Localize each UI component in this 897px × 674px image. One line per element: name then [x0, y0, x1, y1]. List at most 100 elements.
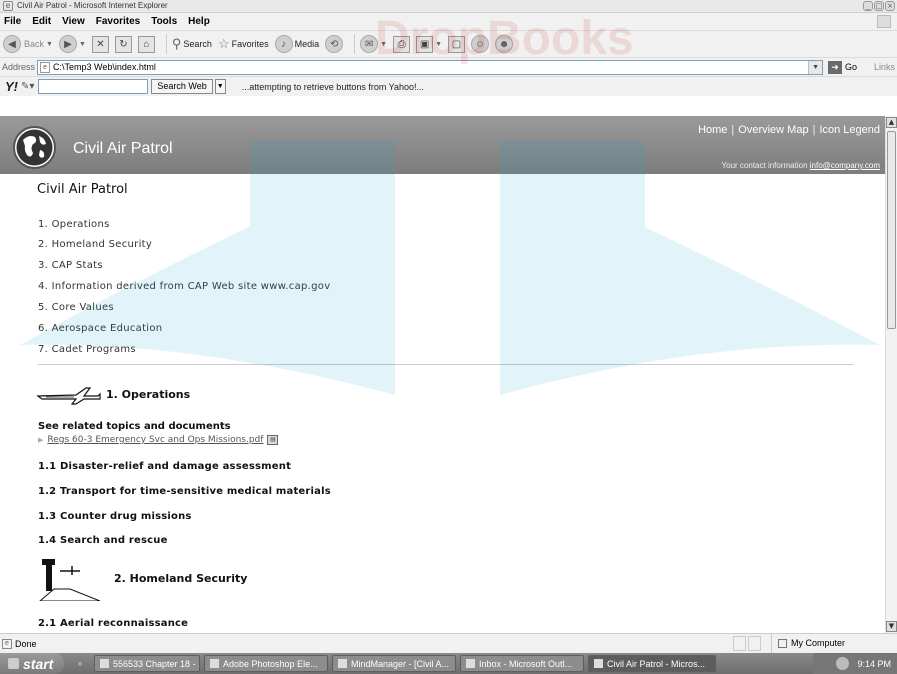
section-operations-title: 1. Operations [106, 387, 191, 401]
minimize-button[interactable]: _ [863, 1, 873, 11]
search-label: Search [183, 39, 212, 49]
links-toolbar[interactable]: Links [874, 62, 895, 72]
taskbar-item-ie[interactable]: Civil Air Patrol - Micros... [588, 655, 716, 672]
photoshop-icon [210, 659, 219, 668]
task-label: Inbox - Microsoft Outl... [479, 658, 573, 669]
toc-link-operations[interactable]: 1. Operations [38, 219, 110, 230]
control-tower-icon [39, 559, 101, 601]
yahoo-logo-icon[interactable]: Y! [5, 79, 18, 94]
back-dropdown-icon[interactable]: ▼ [46, 41, 53, 48]
search-web-button[interactable]: Search Web [151, 79, 213, 94]
messenger-icon: ☻ [495, 35, 514, 53]
address-input[interactable]: e C:\Temp3 Web\index.html ▼ [37, 59, 824, 75]
task-label: MindManager - [Civil A... [351, 658, 450, 669]
address-value: C:\Temp3 Web\index.html [53, 62, 156, 72]
page-icon: e [40, 61, 51, 73]
contact-email-link[interactable]: info@company.com [810, 161, 880, 170]
history-button[interactable]: ⟲ [325, 35, 344, 53]
taskbar-item-mindmanager[interactable]: MindManager - [Civil A... [332, 655, 456, 672]
menu-file[interactable]: File [4, 16, 21, 27]
toc-link-core-values[interactable]: 5. Core Values [38, 302, 114, 313]
close-button[interactable]: × [885, 1, 895, 11]
overview-map-link[interactable]: Overview Map [738, 124, 808, 136]
clock: 9:14 PM [857, 658, 891, 669]
taskbar-item-photoshop[interactable]: Adobe Photoshop Ele... [204, 655, 328, 672]
refresh-icon: ↻ [114, 35, 132, 53]
toolbar-divider [165, 34, 167, 54]
quick-launch-icon[interactable]: » [70, 656, 90, 672]
home-link[interactable]: Home [698, 124, 727, 136]
toc-link-information[interactable]: 4. Information derived from CAP Web site… [38, 281, 330, 292]
print-icon: ⎙ [393, 35, 411, 53]
related-document: ▶ Regs 60-3 Emergency Svc and Ops Missio… [38, 435, 279, 445]
subsection-heading: 1.2 Transport for time-sensitive medical… [38, 486, 331, 497]
menu-tools[interactable]: Tools [151, 16, 177, 27]
start-button[interactable]: start [0, 653, 64, 674]
contact-info: Your contact information info@company.co… [722, 161, 880, 170]
address-dropdown-icon[interactable]: ▼ [808, 60, 823, 74]
mail-dropdown-icon[interactable]: ▼ [380, 41, 387, 48]
scroll-down-icon[interactable]: ▼ [886, 621, 897, 632]
media-button[interactable]: ♪ Media [274, 35, 319, 53]
edit-dropdown-icon[interactable]: ▼ [435, 41, 442, 48]
main-body: Civil Air Patrol 1. Operations 2. Homela… [0, 174, 885, 633]
scroll-thumb[interactable] [887, 131, 896, 329]
task-label: Adobe Photoshop Ele... [223, 658, 318, 669]
forward-button[interactable]: ▶ ▼ [58, 35, 86, 53]
scroll-up-icon[interactable]: ▲ [886, 117, 897, 128]
network-icon[interactable] [836, 657, 850, 670]
task-label: Civil Air Patrol - Micros... [607, 658, 706, 669]
edit-button[interactable]: ▣ ▼ [416, 35, 442, 53]
bullet-icon: ▶ [38, 436, 44, 444]
regs-document-link[interactable]: Regs 60-3 Emergency Svc and Ops Missions… [47, 435, 263, 445]
toc-link-aerospace-education[interactable]: 6. Aerospace Education [38, 323, 162, 334]
stop-button[interactable]: ✕ [91, 35, 109, 53]
forward-arrow-icon: ▶ [58, 35, 77, 53]
taskbar-item-chapter[interactable]: 556533 Chapter 18 - ... [94, 655, 200, 672]
toc-link-cap-stats[interactable]: 3. CAP Stats [38, 260, 103, 271]
maximize-button[interactable]: □ [874, 1, 884, 11]
print-button[interactable]: ⎙ [393, 35, 411, 53]
subsection-heading: 1.1 Disaster-relief and damage assessmen… [38, 461, 292, 472]
taskbar-item-outlook[interactable]: Inbox - Microsoft Outl... [460, 655, 584, 672]
standard-toolbar: ◀ Back ▼ ▶ ▼ ✕ ↻ ⌂ ⚲ Search ☆ Favorites … [0, 30, 897, 57]
menu-favorites[interactable]: Favorites [96, 16, 140, 27]
mindmanager-icon [338, 659, 347, 668]
back-label: Back [24, 39, 45, 49]
word-icon [100, 659, 109, 668]
messenger-button[interactable]: ☻ [495, 35, 514, 53]
discuss-button[interactable]: ▢ [448, 35, 466, 53]
windows-logo-icon [877, 15, 891, 28]
search-icon: ⚲ [171, 36, 182, 51]
vertical-scrollbar[interactable]: ▲ ▼ [885, 116, 897, 633]
menu-help[interactable]: Help [188, 16, 210, 27]
pencil-icon[interactable]: ✎▾ [21, 81, 34, 92]
page-content: Civil Air Patrol Home | Overview Map | I… [0, 116, 885, 633]
menu-view[interactable]: View [62, 16, 85, 27]
mail-button[interactable]: ✉ ▼ [360, 35, 387, 53]
favorites-button[interactable]: ☆ Favorites [218, 36, 269, 52]
research-button[interactable]: ☺ [471, 35, 490, 53]
toc-link-homeland-security[interactable]: 2. Homeland Security [38, 239, 152, 250]
menu-edit[interactable]: Edit [32, 16, 51, 27]
refresh-button[interactable]: ↻ [114, 35, 132, 53]
outlook-icon [466, 659, 475, 668]
system-tray: 9:14 PM [813, 653, 897, 674]
go-button[interactable]: ➜ Go [828, 60, 857, 74]
windows-flag-icon [8, 658, 19, 669]
icon-legend-link[interactable]: Icon Legend [819, 124, 880, 136]
home-button[interactable]: ⌂ [137, 35, 155, 53]
forward-dropdown-icon[interactable]: ▼ [79, 41, 86, 48]
document-icon[interactable]: ▤ [267, 435, 279, 445]
section-divider [38, 364, 854, 365]
back-button[interactable]: ◀ Back ▼ [3, 35, 53, 53]
research-icon: ☺ [471, 35, 490, 53]
yahoo-search-input[interactable] [38, 79, 149, 94]
search-button[interactable]: ⚲ Search [172, 36, 212, 52]
home-icon: ⌂ [137, 35, 155, 53]
back-arrow-icon: ◀ [3, 35, 21, 53]
toc-link-cadet-programs[interactable]: 7. Cadet Programs [38, 344, 136, 355]
star-icon: ☆ [217, 36, 230, 51]
search-web-dropdown-icon[interactable]: ▼ [214, 79, 226, 94]
status-bar: e Done My Computer [0, 633, 897, 653]
